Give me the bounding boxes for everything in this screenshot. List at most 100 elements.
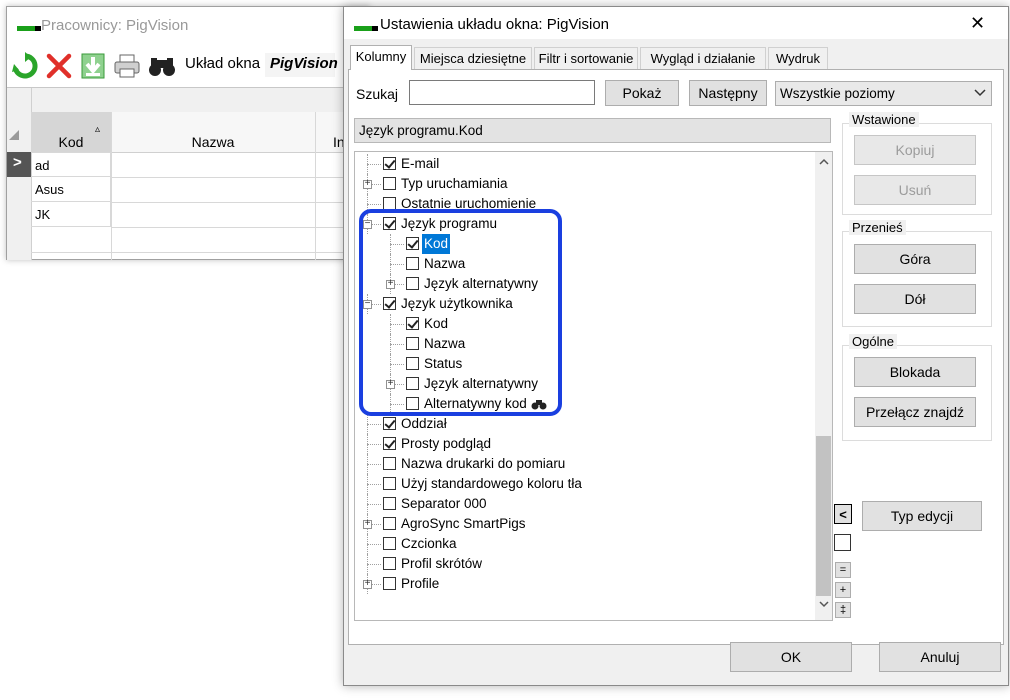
refresh-icon[interactable] bbox=[11, 52, 39, 80]
cancel-button[interactable]: Anuluj bbox=[879, 642, 1001, 672]
collapse-all-button[interactable]: = bbox=[835, 562, 851, 578]
tab-print[interactable]: Wydruk bbox=[768, 47, 828, 69]
tree-connector bbox=[367, 204, 381, 205]
collapse-icon[interactable]: − bbox=[363, 219, 372, 229]
layout-label[interactable]: Układ okna bbox=[185, 55, 260, 72]
tree-checkbox[interactable] bbox=[383, 437, 396, 450]
import-icon[interactable] bbox=[79, 52, 107, 80]
tree-checkbox[interactable] bbox=[383, 497, 396, 510]
tree-checkbox[interactable] bbox=[383, 217, 396, 230]
ok-button[interactable]: OK bbox=[730, 642, 852, 672]
tree-checkbox[interactable] bbox=[406, 337, 419, 350]
expand-button[interactable]: + bbox=[835, 582, 851, 598]
tree-item[interactable]: Prosty podgląd bbox=[355, 434, 810, 454]
tree-item[interactable]: Separator 000 bbox=[355, 494, 810, 514]
close-icon[interactable]: ✕ bbox=[970, 13, 985, 34]
table-row[interactable]: Asus bbox=[31, 177, 111, 202]
delete-icon[interactable] bbox=[45, 52, 73, 80]
tree-checkbox[interactable] bbox=[383, 517, 396, 530]
next-button[interactable]: Następny bbox=[689, 80, 767, 106]
tree-checkbox[interactable] bbox=[383, 417, 396, 430]
print-icon[interactable] bbox=[113, 52, 141, 80]
search-label: Szukaj bbox=[356, 86, 399, 102]
binoculars-icon[interactable] bbox=[147, 52, 175, 80]
collapse-icon[interactable]: − bbox=[363, 299, 372, 309]
tree-checkbox[interactable] bbox=[383, 197, 396, 210]
level-select-value: Wszystkie poziomy bbox=[780, 86, 895, 101]
tree-checkbox[interactable] bbox=[383, 537, 396, 550]
tree-checkbox[interactable] bbox=[406, 397, 419, 410]
tree-item[interactable]: + Typ uruchamiania bbox=[355, 174, 810, 194]
tree-item[interactable]: − Język programu bbox=[355, 214, 810, 234]
tree-item[interactable]: Alternatywny kod bbox=[355, 394, 810, 414]
scrollbar-thumb[interactable] bbox=[816, 436, 831, 596]
tree-item[interactable]: Nazwa drukarki do pomiaru bbox=[355, 454, 810, 474]
edit-type-button[interactable]: Typ edycji bbox=[862, 501, 982, 531]
table-row[interactable]: JK bbox=[31, 202, 111, 227]
tree-item[interactable]: Nazwa bbox=[355, 334, 810, 354]
expand-icon[interactable]: + bbox=[363, 179, 372, 189]
tree-item[interactable]: Użyj standardowego koloru tła bbox=[355, 474, 810, 494]
tree-connector bbox=[390, 244, 404, 245]
expand-icon[interactable]: + bbox=[363, 579, 372, 589]
tree-item[interactable]: + Język alternatywny bbox=[355, 274, 810, 294]
expand-icon[interactable]: + bbox=[386, 279, 395, 289]
tree-item[interactable]: + Profile bbox=[355, 574, 810, 594]
lock-button[interactable]: Blokada bbox=[854, 357, 976, 387]
window-title: Pracownicy: PigVision bbox=[41, 17, 189, 34]
tree-checkbox[interactable] bbox=[383, 297, 396, 310]
tree-checkbox[interactable] bbox=[383, 477, 396, 490]
copy-button[interactable]: Kopiuj bbox=[854, 135, 976, 165]
tree-item[interactable]: + AgroSync SmartPigs bbox=[355, 514, 810, 534]
move-down-button[interactable]: Dół bbox=[854, 284, 976, 314]
toggle-find-button[interactable]: Przełącz znajdź bbox=[854, 397, 976, 427]
tree-item[interactable]: E-mail bbox=[355, 154, 810, 174]
remove-button[interactable]: Usuń bbox=[854, 175, 976, 205]
search-input[interactable] bbox=[409, 80, 595, 105]
scroll-up-icon[interactable] bbox=[818, 156, 830, 171]
tab-filter-sort[interactable]: Filtr i sortowanie bbox=[534, 47, 638, 69]
app-logo-icon bbox=[17, 19, 41, 34]
tab-decimal-places[interactable]: Miejsca dziesiętne bbox=[414, 47, 532, 69]
tree-checkbox[interactable] bbox=[383, 177, 396, 190]
arrow-left-button[interactable]: < bbox=[834, 504, 852, 524]
tree-item-label: Profil skrótów bbox=[401, 556, 483, 571]
option-checkbox[interactable] bbox=[834, 534, 851, 551]
tree-checkbox[interactable] bbox=[383, 577, 396, 590]
tree-checkbox[interactable] bbox=[383, 157, 396, 170]
column-header-nazwa[interactable]: Nazwa bbox=[111, 134, 315, 150]
tree-item-label: Kod bbox=[422, 234, 451, 254]
tree-item[interactable]: Kod bbox=[355, 314, 810, 334]
expand-icon[interactable]: + bbox=[363, 519, 372, 529]
cell-kod: ad bbox=[35, 158, 50, 173]
tree-checkbox[interactable] bbox=[383, 557, 396, 570]
tree-item[interactable]: Oddział bbox=[355, 414, 810, 434]
tree-item[interactable]: − Język użytkownika bbox=[355, 294, 810, 314]
tree-checkbox[interactable] bbox=[406, 257, 419, 270]
tree-item[interactable]: + Język alternatywny bbox=[355, 374, 810, 394]
tree-item[interactable]: Kod bbox=[355, 234, 810, 254]
tab-appearance[interactable]: Wygląd i działanie bbox=[640, 47, 766, 69]
tree-checkbox[interactable] bbox=[406, 317, 419, 330]
tree-item[interactable]: Czcionka bbox=[355, 534, 810, 554]
expand-icon[interactable]: + bbox=[386, 379, 395, 389]
show-button[interactable]: Pokaż bbox=[605, 80, 679, 106]
tree-connector bbox=[390, 334, 391, 354]
tree-checkbox[interactable] bbox=[383, 457, 396, 470]
tree-checkbox[interactable] bbox=[406, 237, 419, 250]
table-row[interactable]: ad bbox=[31, 152, 111, 177]
move-up-button[interactable]: Góra bbox=[854, 244, 976, 274]
scroll-down-icon[interactable] bbox=[818, 598, 830, 613]
tree-item[interactable]: Nazwa bbox=[355, 254, 810, 274]
expand-all-button[interactable]: ‡ bbox=[835, 602, 851, 618]
tree-checkbox[interactable] bbox=[406, 277, 419, 290]
tree-item[interactable]: Ostatnie uruchomienie bbox=[355, 194, 810, 214]
tree-item[interactable]: Status bbox=[355, 354, 810, 374]
tree-checkbox[interactable] bbox=[406, 357, 419, 370]
tree-checkbox[interactable] bbox=[406, 377, 419, 390]
column-header-kod[interactable]: Kod bbox=[31, 134, 111, 150]
tab-columns[interactable]: Kolumny bbox=[350, 45, 412, 70]
dialog-title: Ustawienia układu okna: PigVision bbox=[380, 16, 610, 33]
level-select[interactable]: Wszystkie poziomy bbox=[775, 81, 992, 106]
tree-item[interactable]: Profil skrótów bbox=[355, 554, 810, 574]
